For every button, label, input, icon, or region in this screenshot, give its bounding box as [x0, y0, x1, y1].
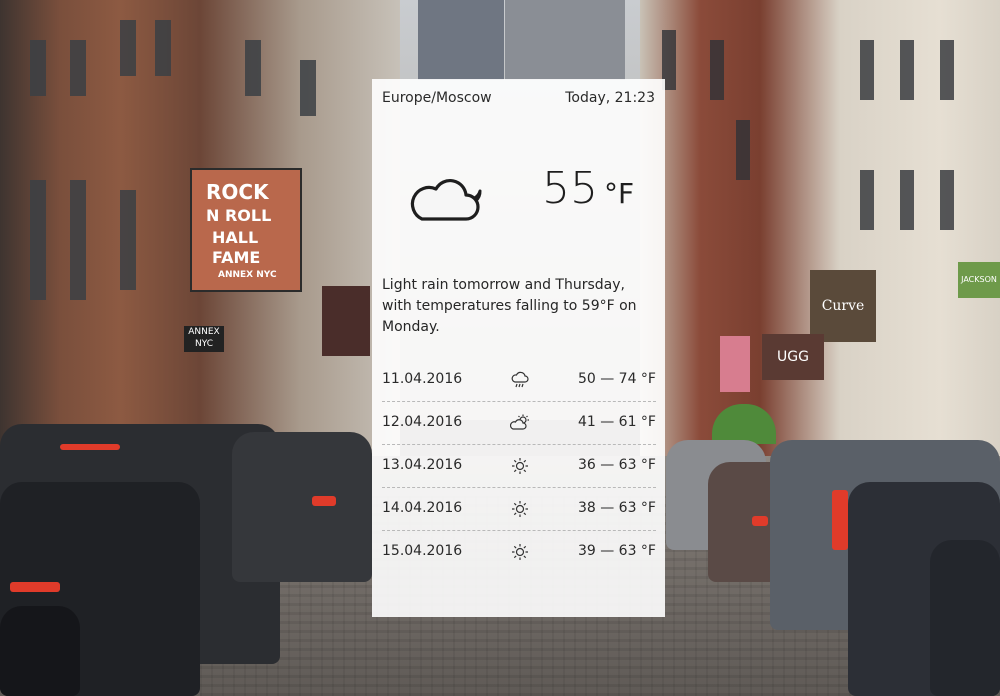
- forecast-date: 13.04.2016: [382, 457, 463, 473]
- car: [0, 606, 80, 696]
- sign-text: ANNEX NYC: [218, 270, 277, 280]
- rain-cloud-icon: [510, 370, 530, 390]
- temperature-range: 50 — 74 °F: [577, 371, 656, 387]
- building-right: [640, 0, 1000, 460]
- rock-n-roll-sign: ROCK N ROLL HALL FAME ANNEX NYC: [190, 168, 302, 292]
- sun-icon: [510, 542, 530, 562]
- forecast-date: 11.04.2016: [382, 371, 463, 387]
- forecast-list: 11.04.2016 50 — 74 °F 12.04.2016 41 — 61…: [382, 359, 656, 573]
- partly-cloudy-sun-icon: [509, 413, 530, 433]
- forecast-row: 13.04.2016 36 — 63 °F: [382, 445, 656, 488]
- sign-text: FAME: [212, 248, 261, 267]
- sign-text: N ROLL: [206, 206, 272, 225]
- location-label: Europe/Moscow: [382, 90, 492, 106]
- distant-tower: [418, 0, 504, 80]
- temperature-range: 41 — 61 °F: [577, 414, 656, 430]
- forecast-summary: Light rain tomorrow and Thursday, with t…: [382, 277, 637, 335]
- flag-banner: [322, 286, 370, 356]
- temperature-value: 55: [542, 163, 598, 214]
- forecast-row: 14.04.2016 38 — 63 °F: [382, 488, 656, 531]
- forecast-date: 14.04.2016: [382, 500, 463, 516]
- datetime-label: Today, 21:23: [565, 90, 655, 106]
- forecast-row: 12.04.2016 41 — 61 °F: [382, 402, 656, 445]
- ugg-banner: UGG: [762, 334, 824, 380]
- temperature-unit: °F: [604, 177, 635, 210]
- curve-banner: Curve: [810, 270, 876, 342]
- sign-text: ROCK: [206, 180, 269, 204]
- card-header: Europe/Moscow Today, 21:23: [382, 90, 655, 110]
- forecast-date: 15.04.2016: [382, 543, 463, 559]
- forecast-date: 12.04.2016: [382, 414, 463, 430]
- pink-banner: [720, 336, 750, 392]
- cloud-moon-icon: [402, 161, 486, 225]
- annex-sign: ANNEX NYC: [184, 326, 224, 352]
- weather-card: Europe/Moscow Today, 21:23 55 °F Light ra…: [372, 79, 665, 617]
- temperature-range: 38 — 63 °F: [577, 500, 656, 516]
- jackson-sign: JACKSON: [958, 262, 1000, 298]
- sun-icon: [510, 499, 530, 519]
- sign-text: HALL: [212, 228, 259, 247]
- current-temperature: 55 °F: [542, 163, 635, 214]
- sun-icon: [510, 456, 530, 476]
- distant-tower: [505, 0, 625, 80]
- forecast-row: 11.04.2016 50 — 74 °F: [382, 359, 656, 402]
- temperature-range: 36 — 63 °F: [577, 457, 656, 473]
- forecast-row: 15.04.2016 39 — 63 °F: [382, 531, 656, 573]
- car: [930, 540, 1000, 696]
- car: [232, 432, 372, 582]
- temperature-range: 39 — 63 °F: [577, 543, 656, 559]
